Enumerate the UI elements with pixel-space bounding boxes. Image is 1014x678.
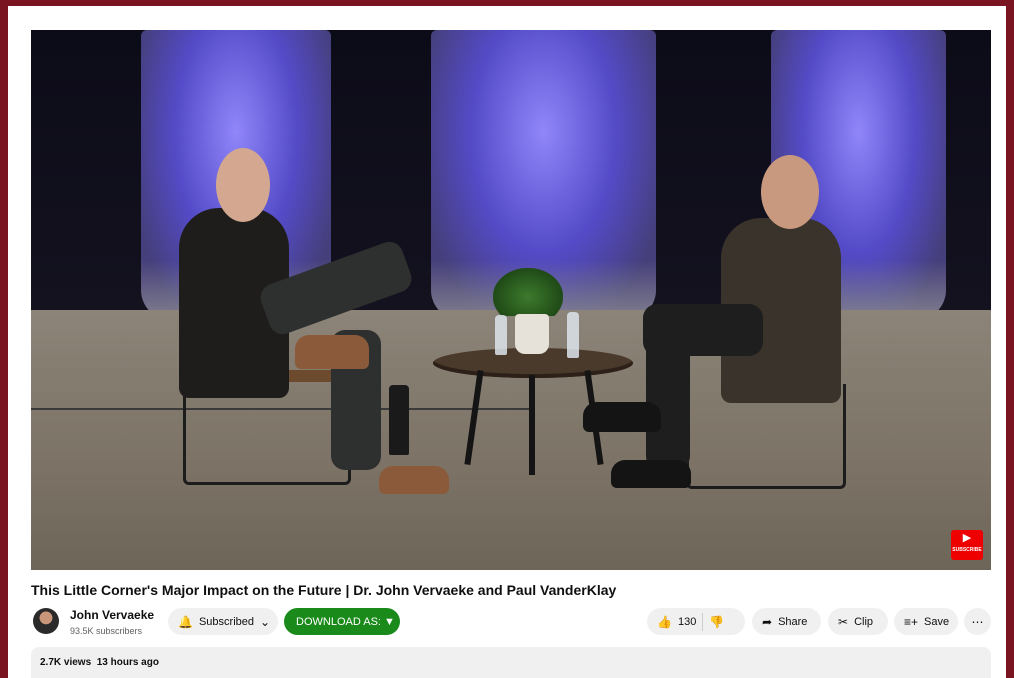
save-button[interactable]: ≡+ Save: [894, 608, 958, 635]
share-label: Share: [778, 615, 808, 628]
playlist-add-icon: ≡+: [904, 614, 919, 629]
more-horizontal-icon: ⋯: [971, 614, 984, 629]
clip-button[interactable]: ✂ Clip: [828, 608, 888, 635]
view-count: 2.7K views: [40, 657, 92, 668]
subscribed-button[interactable]: 🔔 Subscribed ⌄: [168, 608, 278, 635]
channel-avatar[interactable]: [33, 608, 59, 634]
potted-plant: [493, 268, 563, 316]
video-player[interactable]: ▶ SUBSCRIBE: [31, 30, 991, 570]
download-button[interactable]: DOWNLOAD AS: ▼: [284, 608, 400, 635]
table-leg: [529, 375, 535, 475]
subscribe-watermark[interactable]: ▶ SUBSCRIBE: [951, 530, 983, 560]
subscribed-label: Subscribed: [198, 615, 254, 628]
more-actions-button[interactable]: ⋯: [964, 608, 991, 635]
plant-pot: [515, 314, 549, 354]
thumbs-up-icon[interactable]: 👍: [657, 616, 672, 628]
download-label: DOWNLOAD AS: ▼: [296, 615, 395, 628]
channel-name[interactable]: John Vervaeke: [70, 608, 154, 622]
page: ▶ SUBSCRIBE This Little Corner's Major I…: [8, 6, 1006, 678]
description-box[interactable]: 2.7K views 13 hours ago: [31, 647, 991, 678]
chevron-down-icon: ⌄: [260, 614, 271, 629]
water-bottle: [389, 385, 409, 455]
upload-age: 13 hours ago: [96, 657, 159, 668]
like-divider: [702, 612, 704, 631]
clip-label: Clip: [854, 615, 874, 628]
subscriber-count: 93.5K subscribers: [70, 626, 143, 636]
like-count[interactable]: 130: [678, 616, 696, 628]
video-actions-row: John Vervaeke 93.5K subscribers 🔔 Subscr…: [31, 608, 991, 642]
share-button[interactable]: ➦ Share: [752, 608, 821, 635]
like-dislike-group: 👍 130 👎: [647, 608, 745, 635]
video-title: This Little Corner's Major Impact on the…: [31, 582, 617, 598]
share-icon: ➦: [762, 614, 773, 629]
thumbs-down-icon[interactable]: 👎: [709, 616, 724, 628]
water-bottle: [567, 312, 579, 358]
scissors-icon: ✂: [838, 614, 849, 629]
view-stats: 2.7K views 13 hours ago: [40, 657, 159, 668]
bell-icon: 🔔: [178, 614, 193, 629]
save-label: Save: [924, 615, 950, 628]
water-bottle: [495, 315, 507, 355]
youtube-play-icon: ▶: [962, 532, 972, 544]
subscribe-watermark-label: SUBSCRIBE: [952, 547, 982, 553]
